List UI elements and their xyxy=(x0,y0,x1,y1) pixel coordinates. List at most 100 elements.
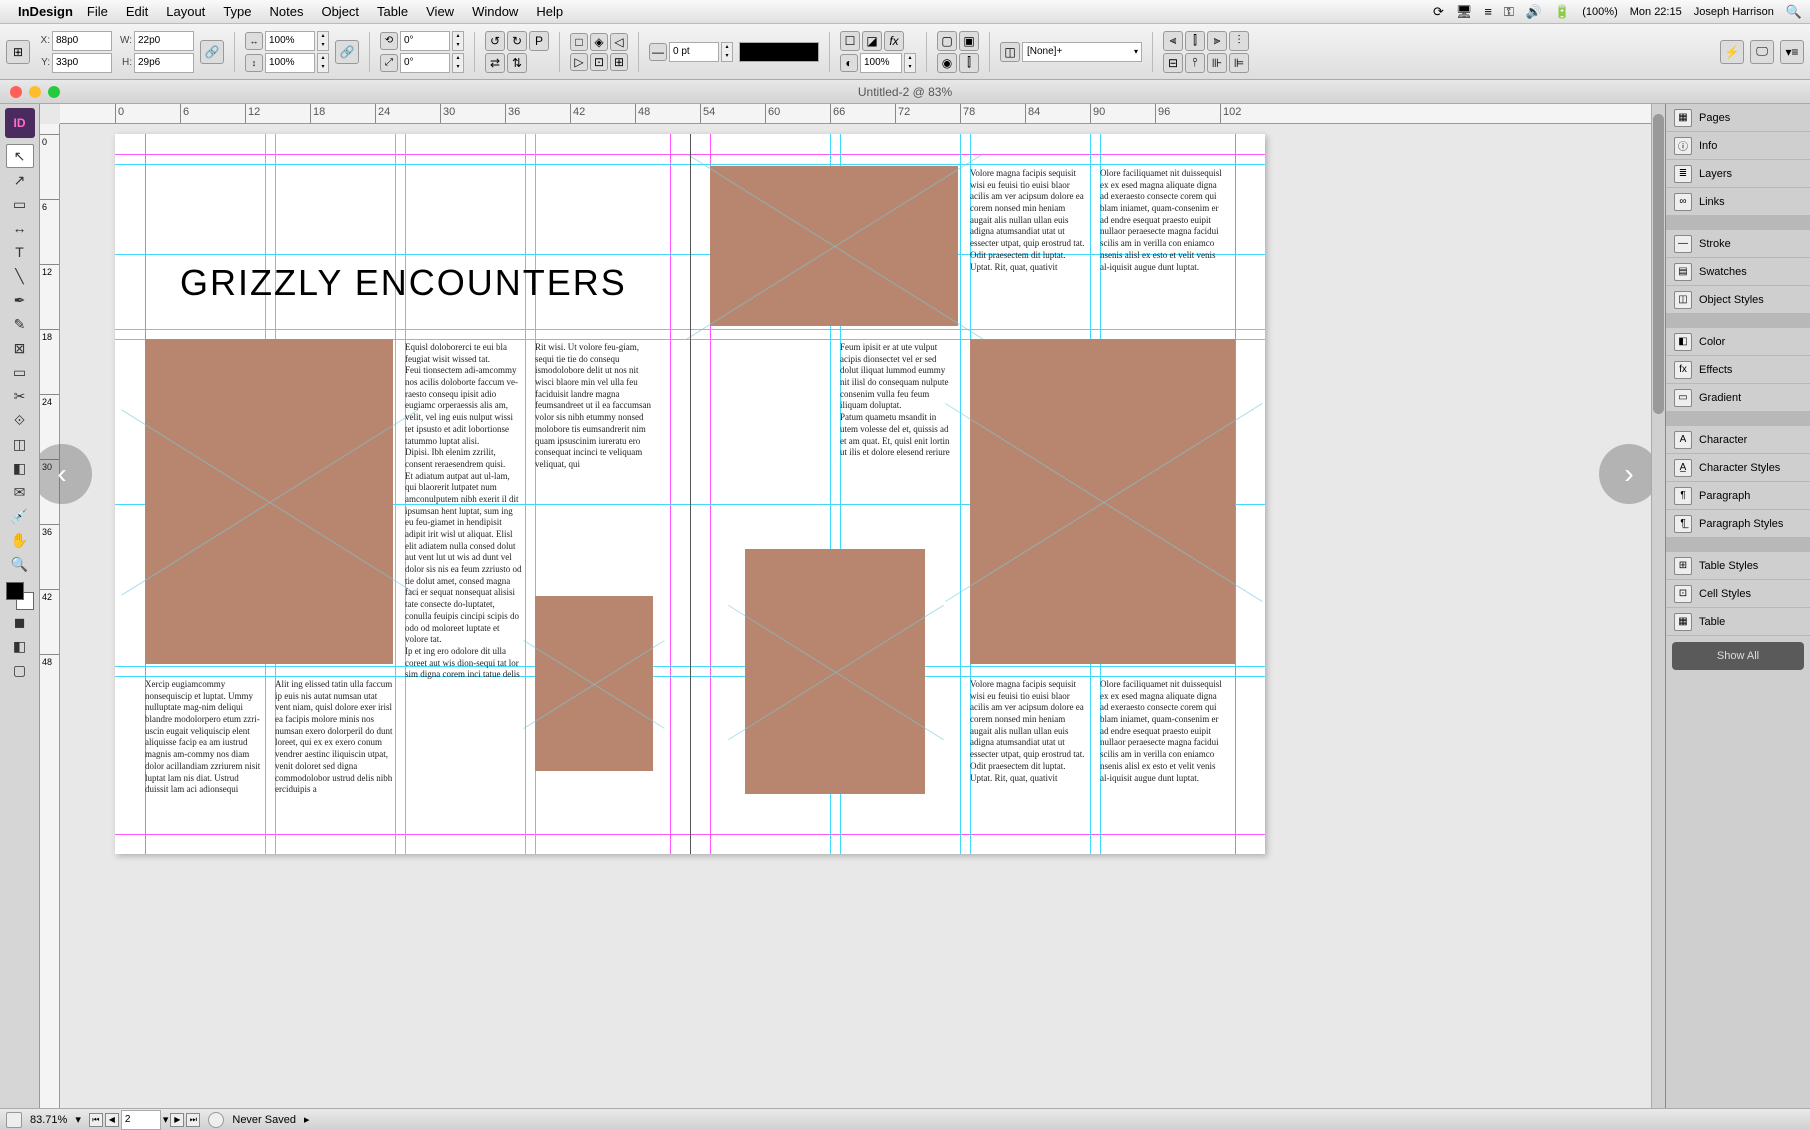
text-frame[interactable]: Olore faciliquamet nit duissequisl ex ex… xyxy=(1100,168,1225,328)
volume-icon[interactable]: 🔊 xyxy=(1526,4,1542,20)
rectangle-frame-tool[interactable]: ⊠ xyxy=(6,336,34,360)
drop-shadow-icon[interactable]: ◪ xyxy=(862,31,882,51)
page-tool[interactable]: ▭ xyxy=(6,192,34,216)
y-input[interactable]: 33p0 xyxy=(52,53,112,73)
image-frame[interactable] xyxy=(970,339,1235,664)
first-page-button[interactable]: ⏮ xyxy=(89,1113,103,1127)
fit-content-icon[interactable]: ⊡ xyxy=(590,53,608,71)
constrain-scale-icon[interactable]: 🔗 xyxy=(335,40,359,64)
w-input[interactable]: 22p0 xyxy=(134,31,194,51)
constrain-proportions-icon[interactable]: 🔗 xyxy=(200,40,224,64)
wrap-bbox-icon[interactable]: ▣ xyxy=(959,31,979,51)
quick-apply-icon[interactable]: ⚡ xyxy=(1720,40,1744,64)
image-frame[interactable] xyxy=(145,339,393,664)
apply-color-icon[interactable]: ◼ xyxy=(6,610,34,634)
spread[interactable]: GRIZZLY ENCOUNTERS Volore magna facipis … xyxy=(115,134,1265,854)
panel-character-styles[interactable]: A̲Character Styles xyxy=(1666,454,1810,482)
selection-tool[interactable]: ↖ xyxy=(6,144,34,168)
shear-stepper[interactable]: ▴▾ xyxy=(452,53,464,73)
next-spread-button[interactable]: › xyxy=(1599,444,1651,504)
text-frame[interactable]: Rit wisi. Ut volore feu-giam, sequi tie … xyxy=(535,342,655,512)
opacity-input[interactable]: 100% xyxy=(860,53,902,73)
select-next-icon[interactable]: ▷ xyxy=(570,53,588,71)
distribute-v-icon[interactable]: ⊫ xyxy=(1229,53,1249,73)
text-frame[interactable]: Feum ipisit er at ute vulput acipis dion… xyxy=(840,342,955,512)
menu-type[interactable]: Type xyxy=(223,4,251,19)
panel-table-styles[interactable]: ⊞Table Styles xyxy=(1666,552,1810,580)
panel-gradient[interactable]: ▭Gradient xyxy=(1666,384,1810,412)
flip-h-icon[interactable]: ⇄ xyxy=(485,53,505,73)
gradient-feather-tool[interactable]: ◧ xyxy=(6,456,34,480)
rotate-ccw-icon[interactable]: ↺ xyxy=(485,31,505,51)
fit-frame-icon[interactable]: ⊞ xyxy=(610,53,628,71)
rotate-cw-icon[interactable]: ↻ xyxy=(507,31,527,51)
align-top-icon[interactable]: ⫶ xyxy=(1229,31,1249,51)
show-all-button[interactable]: Show All xyxy=(1672,642,1804,670)
menu-layout[interactable]: Layout xyxy=(166,4,205,19)
panel-stroke[interactable]: —Stroke xyxy=(1666,230,1810,258)
text-frame[interactable]: Alit ing elissed tatin ulla faccum ip eu… xyxy=(275,679,393,834)
image-frame[interactable] xyxy=(535,596,653,771)
object-style-select[interactable]: [None]+ xyxy=(1022,42,1142,62)
panel-character[interactable]: ACharacter xyxy=(1666,426,1810,454)
flip-v-icon[interactable]: ⇅ xyxy=(507,53,527,73)
page-number-input[interactable]: 2 xyxy=(121,1110,161,1130)
user-name[interactable]: Joseph Harrison xyxy=(1694,6,1774,18)
battery-icon[interactable]: 🔋 xyxy=(1554,4,1570,20)
select-container-icon[interactable]: □ xyxy=(570,33,588,51)
direct-selection-tool[interactable]: ↗ xyxy=(6,168,34,192)
wrap-shape-icon[interactable]: ◉ xyxy=(937,53,957,73)
text-frame[interactable]: Volore magna facipis sequisit wisi eu fe… xyxy=(970,168,1085,328)
panel-swatches[interactable]: ▤Swatches xyxy=(1666,258,1810,286)
apply-gradient-icon[interactable]: ◧ xyxy=(6,634,34,658)
preflight-icon[interactable] xyxy=(6,1112,22,1128)
panel-color[interactable]: ◧Color xyxy=(1666,328,1810,356)
image-frame[interactable] xyxy=(710,166,958,326)
panel-links[interactable]: ∞Links xyxy=(1666,188,1810,216)
zoom-dropdown-icon[interactable]: ▾ xyxy=(75,1113,81,1126)
stroke-weight-input[interactable]: 0 pt xyxy=(669,42,719,62)
object-style-icon[interactable]: ◫ xyxy=(1000,42,1020,62)
rotation-input[interactable]: 0° xyxy=(400,31,450,51)
zoom-tool[interactable]: 🔍 xyxy=(6,552,34,576)
spotlight-icon[interactable]: 🔍 xyxy=(1786,4,1802,20)
reference-point-icon[interactable]: ⊞ xyxy=(6,40,30,64)
gradient-swatch-tool[interactable]: ◫ xyxy=(6,432,34,456)
align-left-icon[interactable]: ⫷ xyxy=(1163,31,1183,51)
preflight-status-icon[interactable] xyxy=(208,1112,224,1128)
zoom-level[interactable]: 83.71% xyxy=(30,1114,67,1126)
horizontal-ruler[interactable]: 0 6 12 18 24 30 36 42 48 54 60 66 72 78 … xyxy=(60,104,1651,124)
panel-pages[interactable]: ▦Pages xyxy=(1666,104,1810,132)
pencil-tool[interactable]: ✎ xyxy=(6,312,34,336)
prev-page-button[interactable]: ◀ xyxy=(105,1113,119,1127)
text-frame[interactable]: Olore faciliquamet nit duissequisl ex ex… xyxy=(1100,679,1225,834)
panel-effects[interactable]: fxEffects xyxy=(1666,356,1810,384)
close-window-button[interactable] xyxy=(10,86,22,98)
screen-mode-icon[interactable]: 🖵 xyxy=(1750,40,1774,64)
image-frame[interactable] xyxy=(745,549,925,794)
minimize-window-button[interactable] xyxy=(29,86,41,98)
panel-cell-styles[interactable]: ⊡Cell Styles xyxy=(1666,580,1810,608)
scale-x-input[interactable]: 100% xyxy=(265,31,315,51)
align-bottom-icon[interactable]: ⫯ xyxy=(1185,53,1205,73)
select-prev-icon[interactable]: ◁ xyxy=(610,33,628,51)
eyedropper-tool[interactable]: 💉 xyxy=(6,504,34,528)
free-transform-tool[interactable]: ⟐ xyxy=(6,408,34,432)
effects-icon[interactable]: ☐ xyxy=(840,31,860,51)
text-frame[interactable]: Volore magna facipis sequisit wisi eu fe… xyxy=(970,679,1085,834)
distribute-h-icon[interactable]: ⊪ xyxy=(1207,53,1227,73)
panel-layers[interactable]: ≣Layers xyxy=(1666,160,1810,188)
align-center-icon[interactable]: ⫿ xyxy=(1185,31,1205,51)
zoom-window-button[interactable] xyxy=(48,86,60,98)
opacity-stepper[interactable]: ▴▾ xyxy=(904,53,916,73)
clock[interactable]: Mon 22:15 xyxy=(1630,6,1682,18)
panel-menu-icon[interactable]: ▾≡ xyxy=(1780,40,1804,64)
stroke-style-select[interactable] xyxy=(739,42,819,62)
pasteboard[interactable]: GRIZZLY ENCOUNTERS Volore magna facipis … xyxy=(60,124,1651,1108)
text-frame[interactable]: Xercip eugiamcommy nonsequiscip et lupta… xyxy=(145,679,263,834)
text-frame[interactable]: Equisl doloborerci te eui bla feugiat wi… xyxy=(405,342,523,832)
h-input[interactable]: 29p6 xyxy=(134,53,194,73)
app-name[interactable]: InDesign xyxy=(18,4,73,19)
vertical-scrollbar[interactable] xyxy=(1651,104,1665,1108)
menu-edit[interactable]: Edit xyxy=(126,4,148,19)
